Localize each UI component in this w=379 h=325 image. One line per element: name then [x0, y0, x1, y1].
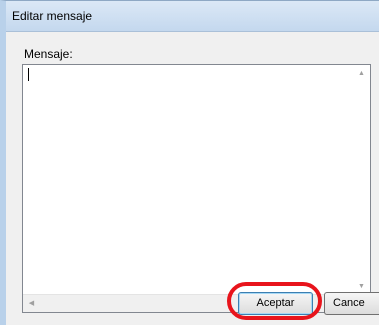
accept-button[interactable]: Aceptar — [238, 292, 313, 315]
text-caret — [28, 68, 29, 81]
message-textarea[interactable]: ▲ ▼ ◀ ▶ — [22, 64, 371, 313]
cancel-button[interactable]: Cance — [324, 292, 379, 315]
dialog-body: Mensaje: ▲ ▼ ◀ ▶ Aceptar Cance — [6, 32, 379, 325]
edit-message-dialog: Editar mensaje Mensaje: ▲ ▼ ◀ ▶ Aceptar … — [0, 0, 379, 325]
scroll-up-icon[interactable]: ▲ — [353, 65, 370, 82]
title-bar[interactable]: Editar mensaje — [6, 1, 379, 32]
scroll-left-icon[interactable]: ◀ — [23, 295, 40, 312]
dialog-title: Editar mensaje — [12, 9, 93, 23]
message-label: Mensaje: — [24, 47, 73, 61]
vertical-scrollbar[interactable]: ▲ ▼ — [353, 65, 370, 295]
